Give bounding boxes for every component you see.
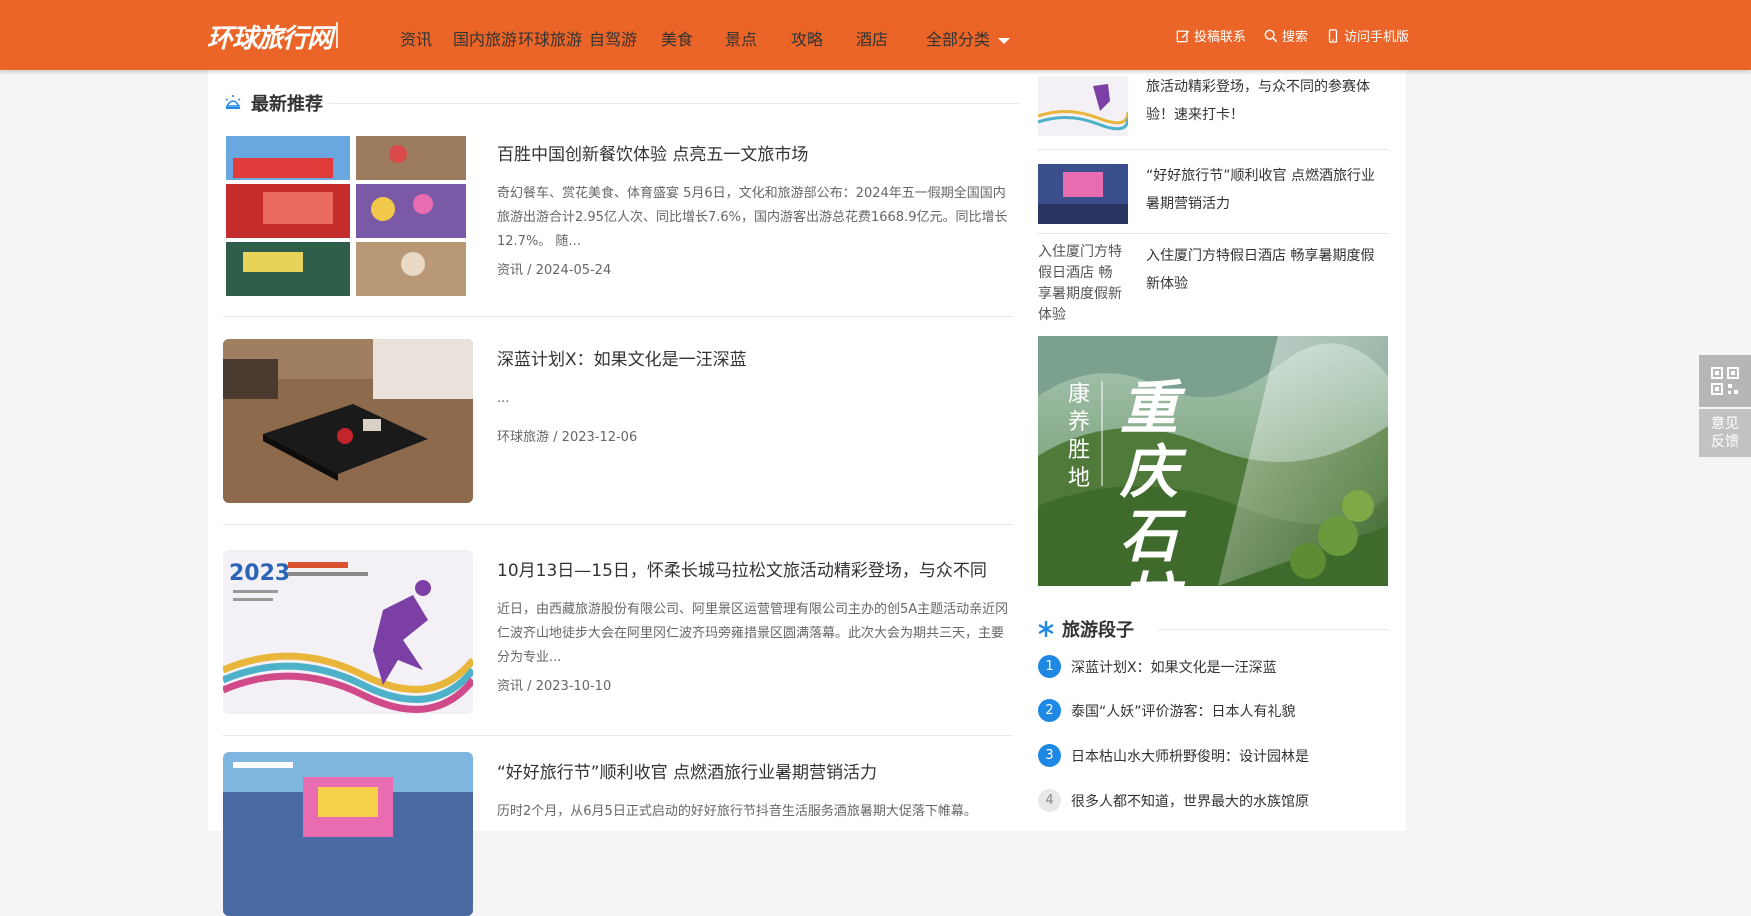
nav-item-scenic[interactable]: 景点 <box>725 26 757 50</box>
article-card[interactable]: 2023 10月13日—15日，怀柔长城马拉松文旅活动精彩登场，与众不同 近日，… <box>223 550 1013 750</box>
jokes-section-title: 旅游段子 <box>1038 616 1388 642</box>
all-categories-label: 全部分类 <box>926 30 991 49</box>
article-meta: 环球旅游 / 2023-12-06 <box>497 430 638 445</box>
qr-code-icon <box>1711 367 1739 395</box>
divider <box>1158 629 1388 630</box>
nav-item-guides[interactable]: 攻略 <box>791 26 823 50</box>
article-summary: 近日，由西藏旅游股份有限公司、阿里景区运营管理有限公司主办的创5A主题活动亲近冈… <box>497 602 1009 665</box>
sidebar-article[interactable]: 入住厦门方特假日酒店 畅享暑期度假新体验 入住厦门方特假日酒店 畅享暑期度假新体… <box>1038 234 1388 336</box>
rank-item-title[interactable]: 泰国“人妖”评价游客：日本人有礼貌 <box>1071 701 1296 721</box>
nav-item-global[interactable]: 环球旅游 <box>518 26 582 50</box>
article-summary: 历时2个月，从6月5日正式启动的好好旅行节抖音生活服务酒旅暑期大促落下帷幕。 <box>497 804 977 819</box>
rank-item-title[interactable]: 很多人都不知道，世界最大的水族馆原 <box>1071 791 1309 811</box>
chevron-down-icon <box>998 37 1011 44</box>
article-title[interactable]: 10月13日—15日，怀柔长城马拉松文旅活动精彩登场，与众不同 <box>497 556 1017 581</box>
search-icon <box>1264 29 1278 42</box>
article-thumbnail[interactable] <box>223 339 473 503</box>
article-card[interactable]: “好好旅行节”顺利收官 点燃酒旅行业暑期营销活力 历时2个月，从6月5日正式启动… <box>223 752 1013 916</box>
festival-thumb-image <box>1038 164 1128 224</box>
sidebar-thumbnail[interactable]: 入住厦门方特假日酒店 畅享暑期度假新体验 <box>1038 234 1128 334</box>
edit-icon <box>1176 30 1190 42</box>
nav-item-hotels[interactable]: 酒店 <box>856 26 888 50</box>
divider <box>223 735 1013 736</box>
article-thumbnail[interactable] <box>223 752 473 916</box>
nav-all-categories[interactable]: 全部分类 <box>926 26 1011 50</box>
mobile-version-link[interactable]: 访问手机版 <box>1326 26 1409 45</box>
banner-small-text: 康养胜地 <box>1068 382 1091 491</box>
promo-banner[interactable]: 康养胜地 重庆石柱 <box>1038 336 1388 586</box>
article-category[interactable]: 环球旅游 <box>497 430 549 445</box>
submit-contact-label: 投稿联系 <box>1193 30 1246 45</box>
submit-contact-link[interactable]: 投稿联系 <box>1176 26 1246 45</box>
article-thumbnail[interactable]: 2023 <box>223 550 473 714</box>
sparkle-icon <box>1038 621 1054 637</box>
latest-section-title: 最新推荐 <box>223 90 1019 116</box>
festival-photo-image <box>223 752 473 916</box>
article-date: 2023-12-06 <box>561 430 638 445</box>
article-category[interactable]: 资讯 <box>497 679 523 694</box>
article-summary: ... <box>497 391 510 406</box>
nav-item-news[interactable]: 资讯 <box>400 26 432 50</box>
svg-text:2023: 2023 <box>229 561 290 586</box>
rank-badge: 2 <box>1038 699 1061 722</box>
article-title[interactable]: “好好旅行节”顺利收官 点燃酒旅行业暑期营销活力 <box>497 758 1017 783</box>
ranked-list-item[interactable]: 2 泰国“人妖”评价游客：日本人有礼貌 <box>1038 699 1296 722</box>
article-card[interactable]: 深蓝计划X：如果文化是一汪深蓝 ... 环球旅游 / 2023-12-06 <box>223 339 1013 539</box>
article-date: 2024-05-24 <box>535 263 612 278</box>
box-photo-image <box>223 339 473 503</box>
site-logo[interactable]: 环球旅行网 <box>207 18 339 55</box>
bulb-icon <box>225 95 241 109</box>
nav-item-food[interactable]: 美食 <box>661 26 693 50</box>
article-thumbnail[interactable] <box>223 134 473 298</box>
divider <box>223 524 1013 525</box>
article-meta: 资讯 / 2023-10-10 <box>497 679 612 694</box>
latest-title-text: 最新推荐 <box>251 94 323 115</box>
rank-item-title[interactable]: 深蓝计划X：如果文化是一汪深蓝 <box>1071 657 1277 677</box>
ranked-list-item[interactable]: 4 很多人都不知道，世界最大的水族馆原 <box>1038 789 1309 812</box>
search-link[interactable]: 搜索 <box>1264 26 1308 45</box>
rank-badge: 3 <box>1038 744 1061 767</box>
nav-item-selfdrive[interactable]: 自驾游 <box>589 26 637 50</box>
jokes-title-text: 旅游段子 <box>1062 620 1134 641</box>
rank-item-title[interactable]: 日本枯山水大师枡野俊明：设计园林是 <box>1071 746 1309 766</box>
top-header: 环球旅行网 资讯 国内旅游 环球旅游 自驾游 美食 景点 攻略 酒店 全部分类 … <box>0 0 1751 70</box>
sidebar-article-title[interactable]: 入住厦门方特假日酒店 畅享暑期度假新体验 <box>1146 242 1388 298</box>
sidebar-article[interactable]: “好好旅行节”顺利收官 点燃酒旅行业暑期营销活力 <box>1038 150 1388 234</box>
sidebar-thumbnail[interactable] <box>1038 164 1128 224</box>
nav-item-domestic[interactable]: 国内旅游 <box>453 26 517 50</box>
feedback-button[interactable]: 意见反馈 <box>1699 409 1751 457</box>
ranked-list-item[interactable]: 3 日本枯山水大师枡野俊明：设计园林是 <box>1038 744 1309 767</box>
divider <box>329 103 1019 104</box>
divider <box>223 316 1013 317</box>
article-category[interactable]: 资讯 <box>497 263 523 278</box>
rank-badge: 1 <box>1038 655 1061 678</box>
broken-image-alt: 入住厦门方特假日酒店 畅享暑期度假新体验 <box>1038 244 1122 323</box>
main-content: 最新推荐 百胜中国创新餐饮体验 点亮五一文旅市场 奇幻餐车、赏花美食、体育盛宴 … <box>208 51 1406 916</box>
article-date: 2023-10-10 <box>535 679 612 694</box>
search-label: 搜索 <box>1281 30 1308 45</box>
article-title[interactable]: 深蓝计划X：如果文化是一汪深蓝 <box>497 345 1017 370</box>
article-title[interactable]: 百胜中国创新餐饮体验 点亮五一文旅市场 <box>497 140 1017 165</box>
header-actions: 投稿联系 搜索 访问手机版 <box>1176 26 1409 45</box>
sidebar-article-title[interactable]: “好好旅行节”顺利收官 点燃酒旅行业暑期营销活力 <box>1146 162 1388 218</box>
marathon-thumb-image <box>1038 76 1128 136</box>
food-collage-image <box>223 134 473 298</box>
qr-code-button[interactable] <box>1699 355 1751 407</box>
mobile-phone-icon <box>1328 28 1338 43</box>
rank-badge: 4 <box>1038 789 1061 812</box>
article-card[interactable]: 百胜中国创新餐饮体验 点亮五一文旅市场 奇幻餐车、赏花美食、体育盛宴 5月6日，… <box>223 134 1013 334</box>
marathon-poster-image: 2023 <box>223 550 473 714</box>
ranked-list-item[interactable]: 1 深蓝计划X：如果文化是一汪深蓝 <box>1038 655 1277 678</box>
sidebar-thumbnail[interactable] <box>1038 76 1128 136</box>
banner-big-text: 重庆石柱 <box>1120 374 1179 586</box>
article-summary: 奇幻餐车、赏花美食、体育盛宴 5月6日，文化和旅游部公布：2024年五一假期全国… <box>497 186 1008 249</box>
article-meta: 资讯 / 2024-05-24 <box>497 263 612 278</box>
mobile-version-label: 访问手机版 <box>1343 30 1409 45</box>
feedback-label: 意见反馈 <box>1711 416 1739 450</box>
